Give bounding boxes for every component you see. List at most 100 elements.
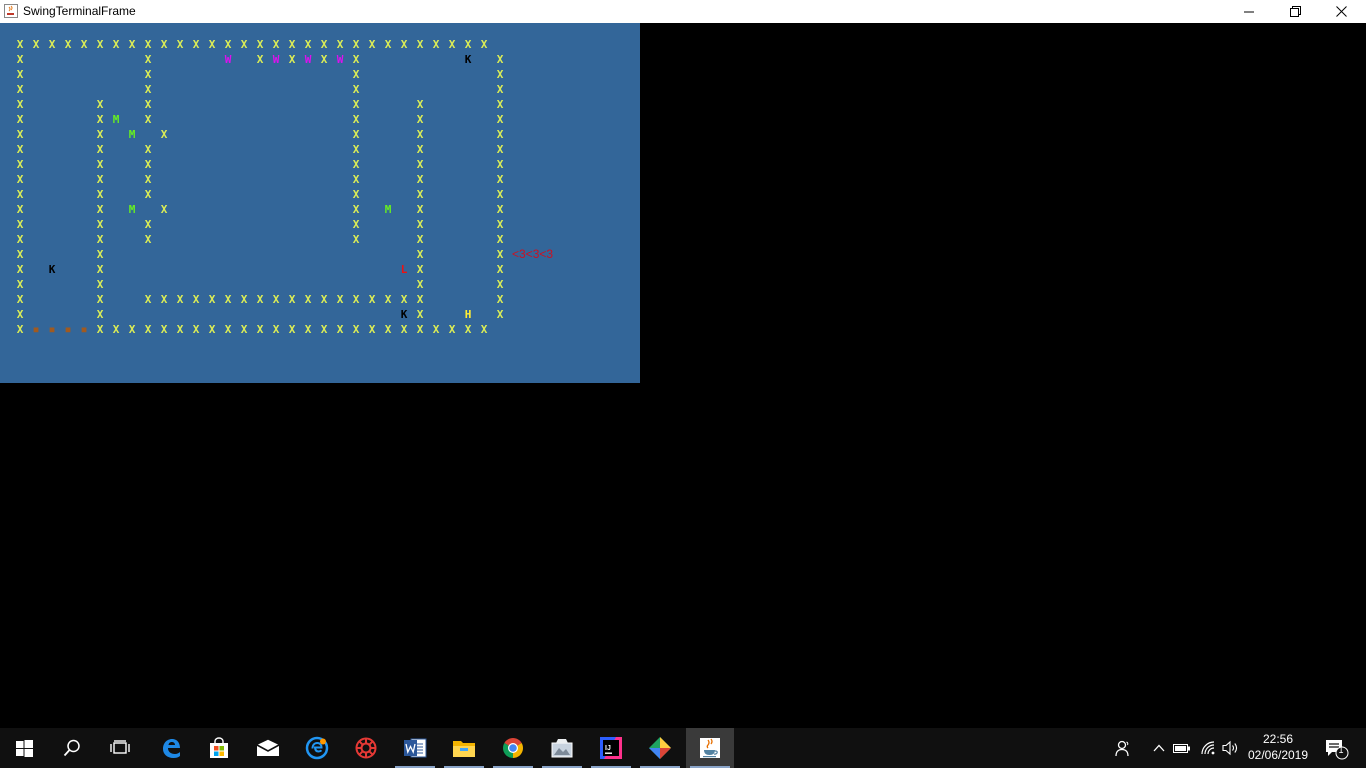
wall-tile: X [96, 248, 104, 261]
wall-tile: X [496, 188, 504, 201]
wall-tile: X [112, 38, 120, 51]
file-explorer-app[interactable] [440, 728, 488, 768]
start-button[interactable] [0, 728, 48, 768]
wall-tile: X [400, 323, 408, 336]
wall-tile: X [240, 323, 248, 336]
door-tile: ■ [81, 325, 87, 334]
app-blue-circle[interactable] [293, 728, 341, 768]
people-button[interactable] [1111, 728, 1135, 768]
wall-tile: X [96, 188, 104, 201]
wall-tile: X [96, 203, 104, 216]
wall-tile: X [496, 128, 504, 141]
wall-tile: X [320, 53, 328, 66]
search-icon [63, 739, 80, 757]
app-diamond[interactable] [636, 728, 684, 768]
wall-tile: X [16, 53, 24, 66]
wall-tile: X [416, 113, 424, 126]
action-center-button[interactable]: 1 [1322, 728, 1352, 768]
search-button[interactable] [48, 728, 96, 768]
wall-tile: X [352, 293, 360, 306]
clock[interactable]: 22:56 02/06/2019 [1244, 731, 1312, 763]
wall-tile: X [496, 53, 504, 66]
network-button[interactable] [1196, 728, 1220, 768]
minimize-button[interactable] [1226, 0, 1272, 23]
word-app[interactable] [391, 728, 439, 768]
windows-logo-icon [15, 739, 33, 757]
svg-text:IJ: IJ [605, 745, 611, 752]
wall-tile: X [416, 218, 424, 231]
wall-tile: X [352, 98, 360, 111]
wifi-icon [1201, 741, 1215, 755]
game-map: XXXXXXXXXXXXXXXXXXXXXXXXXXXXXXXXWXWXWXWX… [0, 23, 640, 383]
wall-tile: X [96, 98, 104, 111]
wall-tile: X [352, 158, 360, 171]
wall-tile: X [352, 83, 360, 96]
wall-tile: X [352, 218, 360, 231]
wall-tile: X [16, 248, 24, 261]
wall-tile: X [64, 38, 72, 51]
wall-tile: X [160, 38, 168, 51]
volume-button[interactable] [1219, 728, 1243, 768]
wall-tile: X [144, 53, 152, 66]
wall-tile: X [464, 323, 472, 336]
ghost-tile: W [304, 53, 312, 66]
window-title: SwingTerminalFrame [23, 4, 136, 18]
intellij-app[interactable]: IJ [587, 728, 635, 768]
wall-tile: X [336, 38, 344, 51]
wall-tile: X [352, 323, 360, 336]
app-red-gear[interactable] [342, 728, 390, 768]
terminal-canvas[interactable]: XXXXXXXXXXXXXXXXXXXXXXXXXXXXXXXXWXWXWXWX… [0, 23, 640, 383]
restore-button[interactable] [1272, 0, 1318, 23]
wall-tile: X [352, 68, 360, 81]
app-photos[interactable] [538, 728, 586, 768]
wall-tile: X [16, 188, 24, 201]
wall-tile: X [80, 38, 88, 51]
wall-tile: X [496, 203, 504, 216]
wall-tile: X [352, 143, 360, 156]
store-app[interactable] [195, 728, 243, 768]
key-tile: K [464, 53, 472, 66]
wall-tile: X [272, 38, 280, 51]
chrome-icon [503, 738, 523, 758]
wall-tile: X [48, 38, 56, 51]
wall-tile: X [144, 158, 152, 171]
wall-tile: X [16, 308, 24, 321]
wall-tile: X [496, 173, 504, 186]
wall-tile: X [448, 323, 456, 336]
close-button[interactable] [1318, 0, 1364, 23]
edge-app[interactable] [147, 728, 195, 768]
mail-app[interactable] [244, 728, 292, 768]
speaker-icon [1222, 740, 1238, 756]
java-app[interactable] [686, 728, 734, 768]
wall-tile: X [144, 173, 152, 186]
monster-tile: M [384, 203, 392, 216]
wall-tile: X [144, 38, 152, 51]
photos-icon [551, 739, 573, 758]
task-view-button[interactable] [96, 728, 144, 768]
wall-tile: X [416, 203, 424, 216]
wall-tile: X [272, 323, 280, 336]
taskbar: IJ 22:56 02/06/2019 1 [0, 728, 1366, 768]
battery-button[interactable] [1170, 728, 1194, 768]
wall-tile: X [192, 293, 200, 306]
wall-tile: X [96, 128, 104, 141]
wall-tile: X [208, 293, 216, 306]
wall-tile: X [496, 263, 504, 276]
wall-tile: X [416, 308, 424, 321]
show-hidden-icons-button[interactable] [1147, 728, 1171, 768]
red-gear-icon [355, 737, 377, 759]
wall-tile: X [224, 38, 232, 51]
wall-tile: X [496, 233, 504, 246]
word-icon [404, 738, 427, 758]
wall-tile: X [16, 173, 24, 186]
wall-tile: X [16, 38, 24, 51]
wall-tile: X [96, 173, 104, 186]
wall-tile: X [16, 203, 24, 216]
wall-tile: X [160, 323, 168, 336]
wall-tile: X [144, 293, 152, 306]
wall-tile: X [272, 293, 280, 306]
window-title-bar: SwingTerminalFrame [0, 0, 1366, 23]
lever-tile: L [400, 263, 408, 276]
store-icon [210, 737, 228, 758]
chrome-app[interactable] [489, 728, 537, 768]
